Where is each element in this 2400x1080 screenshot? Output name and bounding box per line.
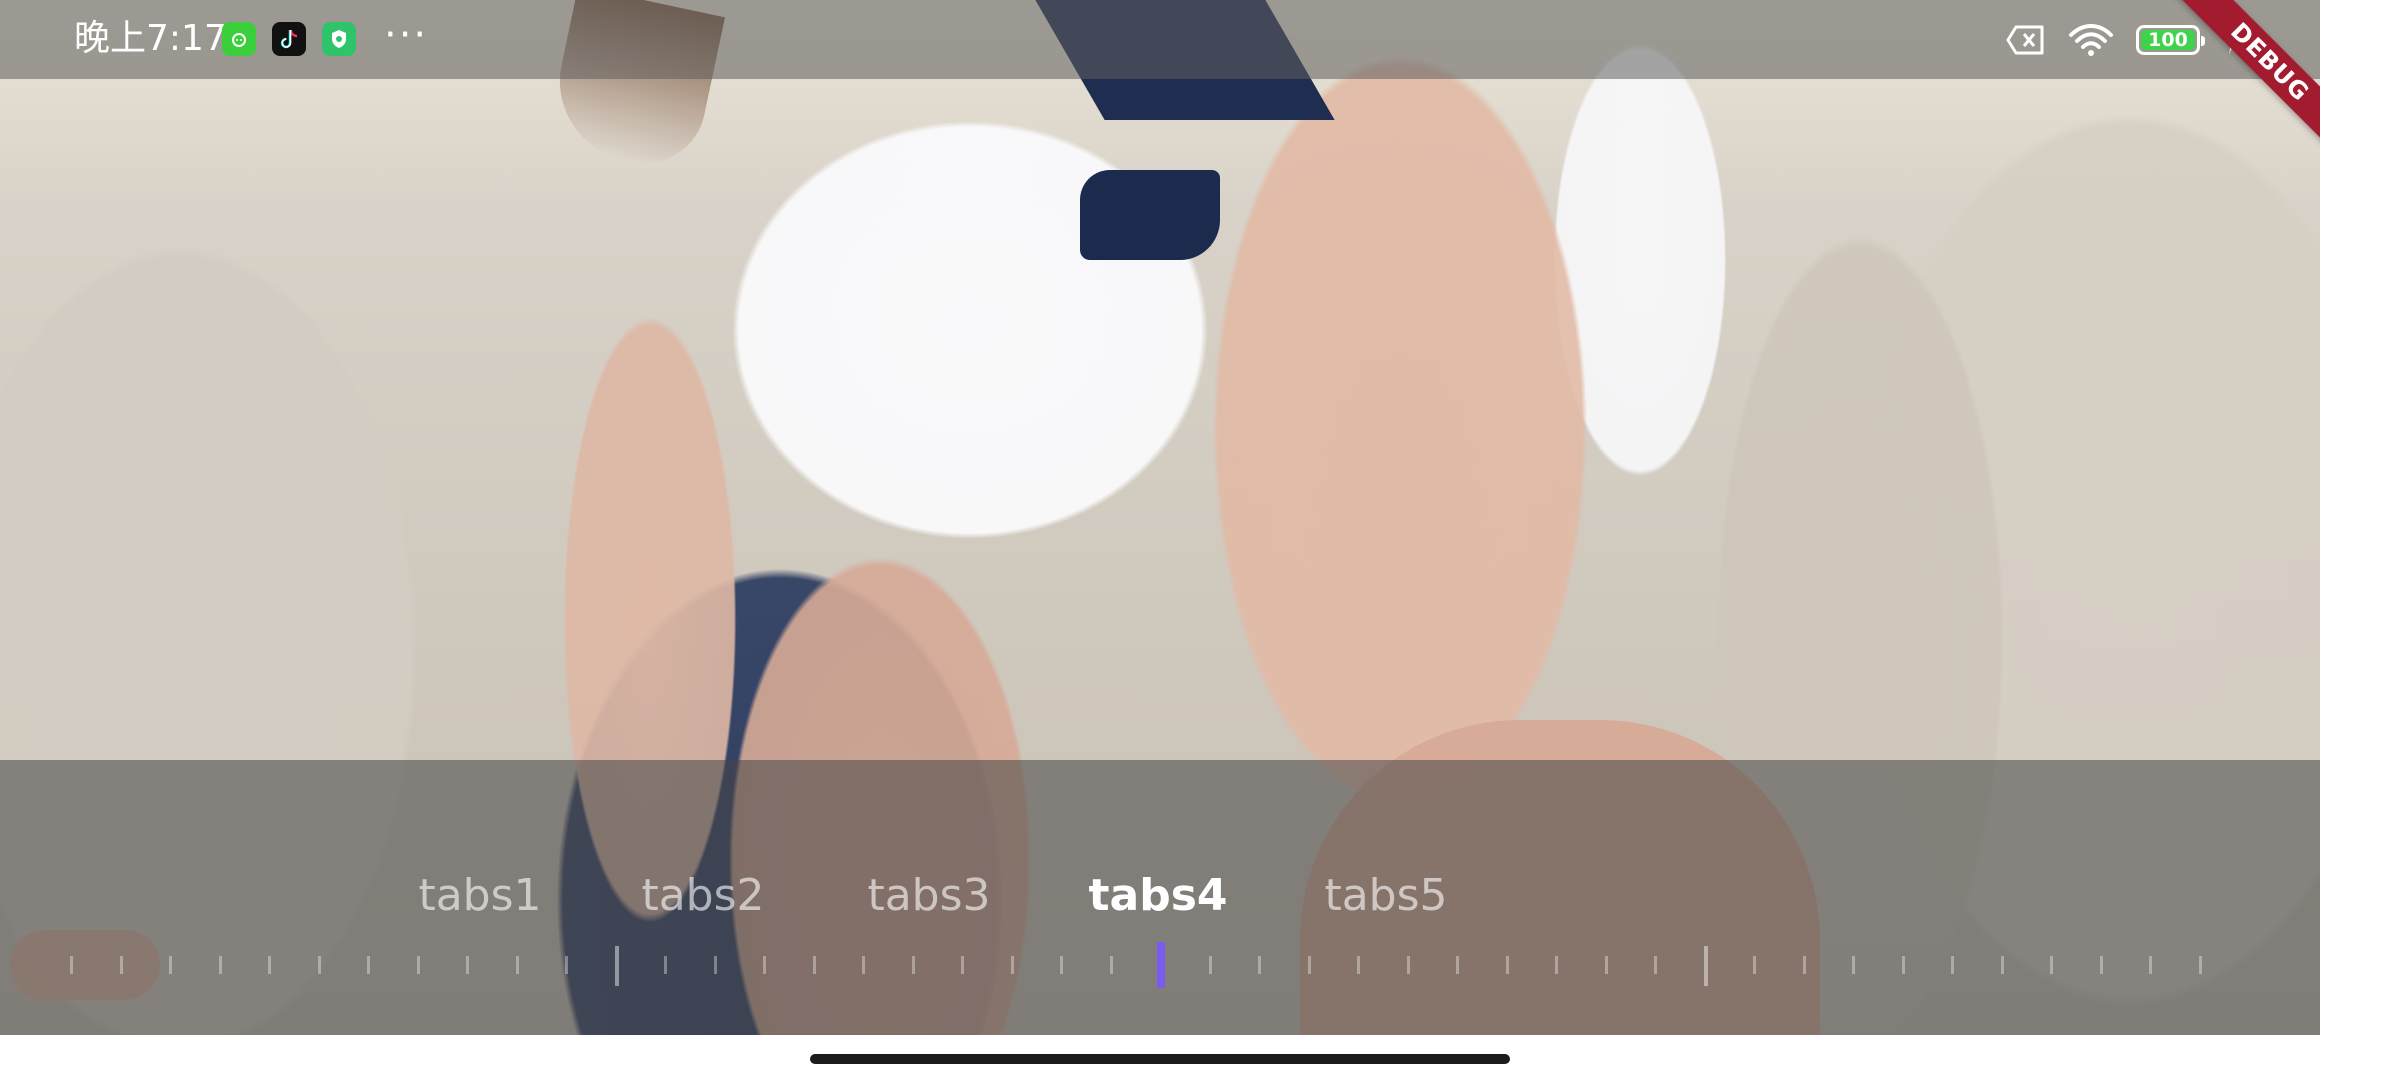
photo-bow-shape: [1080, 170, 1220, 260]
tab-scale-ruler[interactable]: [0, 936, 2320, 996]
ruler-tick: [1060, 956, 1063, 974]
gesture-bar-area: [0, 1035, 2400, 1080]
right-edge-area: [2320, 0, 2400, 1080]
tab-tabs5[interactable]: tabs5: [1306, 868, 1466, 924]
ruler-tick: [417, 956, 420, 974]
ruler-tick: [367, 956, 370, 974]
status-more-icon: ···: [384, 12, 429, 58]
wifi-icon: [2068, 23, 2114, 57]
ruler-major-tick: [1704, 946, 1708, 986]
ruler-tick: [2199, 956, 2202, 974]
tab-indicator: [1157, 942, 1165, 988]
ruler-tick: [2100, 956, 2103, 974]
ruler-tick: [1258, 956, 1261, 974]
ruler-tick: [1654, 956, 1657, 974]
ruler-tick: [1605, 956, 1608, 974]
ruler-tick: [1753, 956, 1756, 974]
ruler-tick: [1209, 956, 1212, 974]
ruler-tick: [219, 956, 222, 974]
cat-face-icon: [222, 22, 256, 56]
ruler-tick: [813, 956, 816, 974]
ruler-tick: [268, 956, 271, 974]
ruler-tick: [763, 956, 766, 974]
ruler-tick: [169, 956, 172, 974]
ruler-tick: [862, 956, 865, 974]
ruler-tick: [664, 956, 667, 974]
ruler-tick: [466, 956, 469, 974]
ruler-major-tick: [615, 946, 619, 986]
battery-tip: [2201, 36, 2205, 46]
status-bar: 晚上7:17 ··· 100: [0, 0, 2320, 79]
app-screen: 晚上7:17 ··· 100 DEBUG tabs1 tabs2 tabs3 t…: [0, 0, 2400, 1080]
tiktok-icon: [272, 22, 306, 56]
shield-icon: [322, 22, 356, 56]
ruler-tick: [565, 956, 568, 974]
ruler-tick: [1308, 956, 1311, 974]
ruler-tick: [1456, 956, 1459, 974]
tab-tabs1[interactable]: tabs1: [400, 868, 560, 924]
bottom-tab-panel: tabs1 tabs2 tabs3 tabs4 tabs5: [0, 760, 2320, 1035]
tab-tabs2[interactable]: tabs2: [623, 868, 783, 924]
ruler-tick: [1902, 956, 1905, 974]
status-right-group: 100: [2006, 22, 2240, 58]
home-indicator[interactable]: [810, 1054, 1510, 1064]
ruler-tick: [1110, 956, 1113, 974]
tab-tabs3[interactable]: tabs3: [849, 868, 1009, 924]
ruler-tick: [70, 956, 73, 974]
battery-icon: 100: [2136, 25, 2205, 55]
security-icon: [322, 22, 356, 56]
ruler-tick: [2001, 956, 2004, 974]
status-time: 晚上7:17: [74, 18, 227, 59]
ruler-tick: [318, 956, 321, 974]
ruler-tick: [516, 956, 519, 974]
ruler-tick: [1951, 956, 1954, 974]
ruler-tick: [1407, 956, 1410, 974]
tab-tabs4[interactable]: tabs4: [1078, 868, 1238, 924]
app-icon-green: [222, 22, 256, 56]
music-note-icon: [272, 22, 306, 56]
tab-bar: tabs1 tabs2 tabs3 tabs4 tabs5: [0, 760, 2320, 921]
ruler-tick: [2050, 956, 2053, 974]
ruler-tick: [1357, 956, 1360, 974]
ruler-tick: [912, 956, 915, 974]
ruler-tick: [1555, 956, 1558, 974]
ruler-tick: [714, 956, 717, 974]
ruler-tick: [1506, 956, 1509, 974]
ruler-tick: [1011, 956, 1014, 974]
ruler-tick: [1803, 956, 1806, 974]
battery-level: 100: [2148, 29, 2188, 51]
ruler-tick: [1852, 956, 1855, 974]
ruler-tick: [961, 956, 964, 974]
ruler-tick: [2149, 956, 2152, 974]
ruler-tick: [120, 956, 123, 974]
no-sim-icon: [2006, 24, 2046, 56]
